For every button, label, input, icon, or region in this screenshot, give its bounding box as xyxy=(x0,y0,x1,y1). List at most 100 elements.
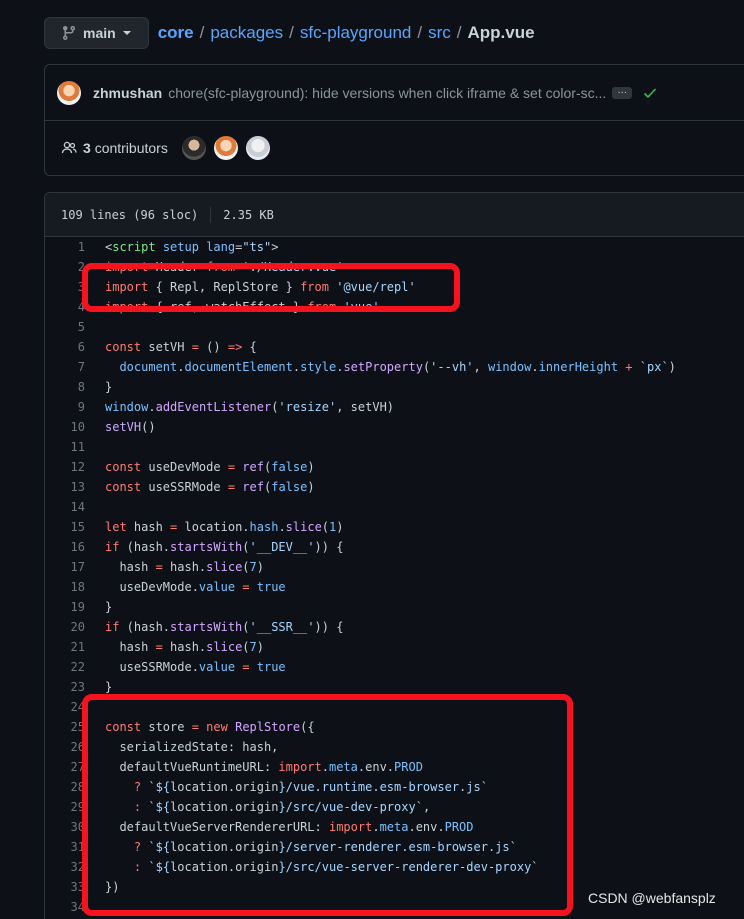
code-token: slice xyxy=(285,520,322,534)
branch-selector-button[interactable]: main xyxy=(44,16,149,49)
code-token: 1 xyxy=(329,520,337,534)
line-number[interactable]: 20 xyxy=(45,620,85,634)
line-number[interactable]: 3 xyxy=(45,280,85,294)
highlight-box-store xyxy=(82,694,573,916)
code-token: ref xyxy=(242,460,264,474)
line-number[interactable]: 24 xyxy=(45,700,85,714)
check-icon[interactable] xyxy=(642,85,658,101)
line-number[interactable]: 9 xyxy=(45,400,85,414)
code-line: 17 hash = hash.slice(7) xyxy=(45,557,744,577)
contributors-link[interactable]: 3 contributors xyxy=(83,140,168,156)
breadcrumb-separator: / xyxy=(199,22,205,42)
line-number[interactable]: 31 xyxy=(45,840,85,854)
code-text: <script setup lang="ts"> xyxy=(105,240,279,254)
code-token: const xyxy=(105,480,142,494)
code-token: setVH xyxy=(105,420,142,434)
code-line: 18 useDevMode.value = true xyxy=(45,577,744,597)
code-token: ref xyxy=(242,480,264,494)
line-number[interactable]: 1 xyxy=(45,240,85,254)
line-number[interactable]: 34 xyxy=(45,900,85,914)
line-number[interactable]: 14 xyxy=(45,500,85,514)
code-token: slice xyxy=(206,560,243,574)
line-number[interactable]: 28 xyxy=(45,780,85,794)
line-number[interactable]: 19 xyxy=(45,600,85,614)
code-line: 10 setVH() xyxy=(45,417,744,437)
code-token: 'resize' xyxy=(278,400,337,414)
code-token: '__DEV__' xyxy=(249,540,315,554)
watermark: CSDN @webfansplz xyxy=(588,890,716,906)
code-token: true xyxy=(256,660,286,674)
code-text: const useSSRMode = ref(false) xyxy=(105,480,315,494)
code-token: false xyxy=(271,480,308,494)
line-number[interactable]: 8 xyxy=(45,380,85,394)
line-number[interactable]: 11 xyxy=(45,440,85,454)
code-token: value xyxy=(198,580,236,594)
line-number[interactable]: 22 xyxy=(45,660,85,674)
breadcrumb-current-file: App.vue xyxy=(467,22,535,42)
code-text: let hash = location.hash.slice(1) xyxy=(105,520,344,534)
code-text: } xyxy=(105,380,113,394)
code-token: let xyxy=(105,520,127,534)
code-text: window.addEventListener('resize', setVH) xyxy=(105,400,395,414)
breadcrumb-link-src[interactable]: src xyxy=(428,23,451,43)
code-text: const setVH = () => { xyxy=(105,340,257,354)
code-line: 5 xyxy=(45,317,744,337)
code-line: 22 useSSRMode.value = true xyxy=(45,657,744,677)
line-number[interactable]: 5 xyxy=(45,320,85,334)
code-token: if xyxy=(105,620,120,634)
line-number[interactable]: 25 xyxy=(45,720,85,734)
line-number[interactable]: 15 xyxy=(45,520,85,534)
code-text: if (hash.startsWith('__DEV__')) { xyxy=(105,540,344,554)
code-token: window xyxy=(105,400,149,414)
file-size: 2.35 KB xyxy=(223,207,274,222)
contributor-avatar[interactable] xyxy=(213,136,238,160)
code-token: addEventListener xyxy=(155,400,272,414)
code-token: style xyxy=(300,360,337,374)
contributor-avatars xyxy=(181,136,270,160)
line-number[interactable]: 27 xyxy=(45,760,85,774)
code-token: 7 xyxy=(249,640,257,654)
line-number[interactable]: 33 xyxy=(45,880,85,894)
code-text: } xyxy=(105,600,113,614)
code-token: startsWith xyxy=(170,620,243,634)
breadcrumb-separator: / xyxy=(289,22,294,42)
code-line: 6 const setVH = () => { xyxy=(45,337,744,357)
expand-commit-button[interactable]: … xyxy=(612,85,633,99)
author-avatar[interactable] xyxy=(57,80,81,105)
breadcrumb-link-core[interactable]: core xyxy=(158,23,194,43)
code-text: } xyxy=(105,680,113,694)
line-number[interactable]: 30 xyxy=(45,820,85,834)
code-line: 9 window.addEventListener('resize', setVH… xyxy=(45,397,744,417)
line-number[interactable]: 10 xyxy=(45,420,85,434)
line-number[interactable]: 21 xyxy=(45,640,85,654)
line-number[interactable]: 23 xyxy=(45,680,85,694)
code-line: 13 const useSSRMode = ref(false) xyxy=(45,477,744,497)
line-number[interactable]: 26 xyxy=(45,740,85,754)
line-number[interactable]: 16 xyxy=(45,540,85,554)
code-line: 1 <script setup lang="ts"> xyxy=(45,237,744,257)
line-number[interactable]: 4 xyxy=(45,300,85,314)
code-token: true xyxy=(256,580,286,594)
line-number[interactable]: 29 xyxy=(45,800,85,814)
line-number[interactable]: 17 xyxy=(45,560,85,574)
code-token: innerHeight xyxy=(538,360,619,374)
commit-message[interactable]: chore(sfc-playground): hide versions whe… xyxy=(168,85,606,101)
line-number[interactable]: 7 xyxy=(45,360,85,374)
line-number[interactable]: 32 xyxy=(45,860,85,874)
breadcrumb-link-sfc-playground[interactable]: sfc-playground xyxy=(300,23,412,43)
latest-commit-box: zhmushan chore(sfc-playground): hide ver… xyxy=(44,64,744,176)
code-token: value xyxy=(198,660,236,674)
contributor-avatar[interactable] xyxy=(181,136,206,160)
breadcrumb: core / packages / sfc-playground / src /… xyxy=(158,23,535,43)
line-number[interactable]: 18 xyxy=(45,580,85,594)
code-token: window xyxy=(487,360,532,374)
line-number[interactable]: 12 xyxy=(45,460,85,474)
line-number[interactable]: 6 xyxy=(45,340,85,354)
contributor-avatar[interactable] xyxy=(245,136,270,160)
top-bar: main core / packages / sfc-playground / … xyxy=(44,16,535,49)
breadcrumb-link-packages[interactable]: packages xyxy=(210,23,283,43)
line-number[interactable]: 2 xyxy=(45,260,85,274)
line-number[interactable]: 13 xyxy=(45,480,85,494)
commit-author[interactable]: zhmushan xyxy=(93,85,162,101)
code-token: const xyxy=(105,340,142,354)
